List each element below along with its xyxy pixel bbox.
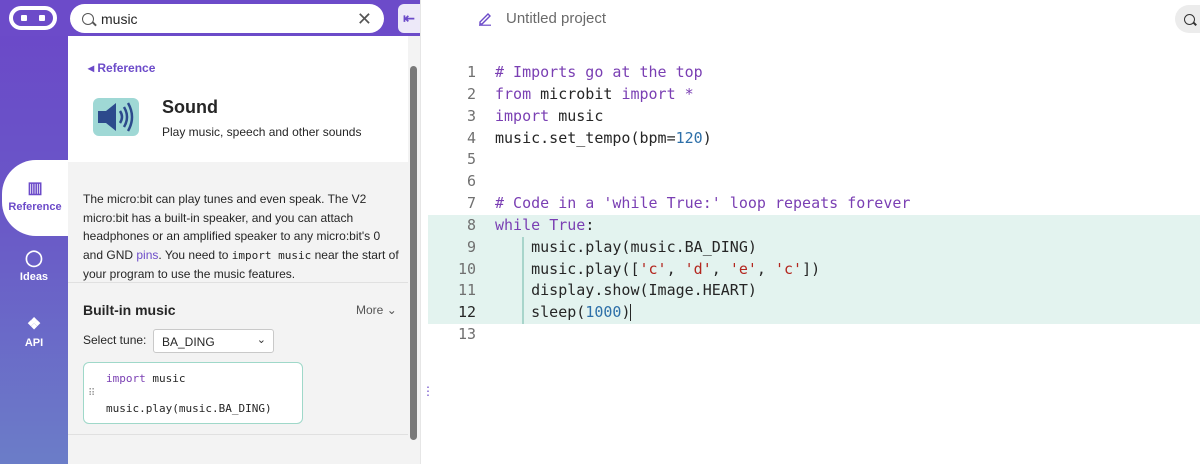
line-number: 10 [457,259,476,278]
line-number: 7 [466,194,476,213]
desc-code: import music [231,248,312,262]
page-title: Sound [162,97,218,117]
code-line[interactable]: 3 import music [428,106,1200,128]
line-number: 1 [466,63,476,81]
desc-text-2: . You need to [158,247,232,262]
search-icon [82,12,94,25]
code-line-text: sleep(1000) [495,303,632,322]
more-label: More [356,303,384,317]
code-line-text: display.show(Image.HEART) [495,281,757,300]
tab-api-label: API [24,337,44,349]
code-line[interactable]: 1 # Imports go at the top [428,62,1200,84]
back-link[interactable]: ◂ Reference [88,61,155,75]
scrollbar-thumb[interactable] [410,66,417,440]
snippet-keyword: import [106,372,146,385]
tab-reference[interactable]: ▥ Reference [2,160,68,236]
code-line[interactable]: 7 # Code in a 'while True:' loop repeats … [428,193,1200,215]
tune-select[interactable]: BA_DING ⌄ [153,329,274,353]
drag-handle-icon[interactable]: ⠿ [88,388,95,399]
tab-api[interactable]: ❖ API [0,314,68,354]
line-number: 11 [457,281,476,300]
reference-description: The micro:bit can play tunes and even sp… [83,190,401,284]
line-number: 4 [466,128,476,147]
code-line[interactable]: 9 music.play(music.BA_DING) [428,236,1200,259]
section-title: Built-in music [83,302,176,318]
indent-guide [522,237,524,324]
tune-select-value: BA_DING [162,335,215,349]
line-number: 3 [466,106,476,125]
code-line[interactable]: 2 from microbit import * [428,84,1200,106]
code-line-text: # Code in a 'while True:' loop repeats f… [495,194,911,213]
line-number: 12 [457,303,476,322]
more-button[interactable]: More ⌄ [356,303,397,317]
divider [68,282,408,283]
search-box[interactable]: music ✕ [70,4,384,33]
tab-ideas-label: Ideas [19,271,49,283]
code-line[interactable]: 6 [428,171,1200,193]
close-icon[interactable]: ✕ [357,10,372,28]
tab-ideas[interactable]: ◯ Ideas [0,248,68,288]
line-number: 2 [466,84,476,103]
code-line-text: music.play(['c', 'd', 'e', 'c']) [495,259,821,278]
code-line[interactable]: 5 [428,149,1200,171]
code-line[interactable]: 11 display.show(Image.HEART) [428,280,1200,303]
code-line[interactable]: 12 sleep(1000) [428,302,1200,325]
line-number: 6 [466,172,476,191]
code-line[interactable]: 4 music.set_tempo(bpm=120) [428,128,1200,150]
project-name[interactable]: Untitled project [506,10,606,27]
text-caret [630,304,632,322]
code-line-text: music.play(music.BA_DING) [495,237,757,256]
page-subtitle: Play music, speech and other sounds [162,125,362,139]
code-line[interactable]: 8 while True: [428,214,1200,237]
code-line-text: # Imports go at the top [495,63,703,81]
code-line-text: import music [495,106,604,125]
collapse-sidebar-button[interactable]: ⇤ [398,4,420,33]
line-number: 9 [466,237,476,256]
lightbulb-icon: ◯ [25,250,43,267]
code-line[interactable]: 10 music.play(['c', 'd', 'e', 'c']) [428,258,1200,281]
snippet-line-2: music.play(music.BA_DING) [106,402,272,415]
code-line[interactable]: 13 [428,324,1200,346]
line-number: 5 [466,150,476,169]
back-link-label: Reference [97,61,156,75]
speaker-icon [93,98,139,136]
search-input[interactable]: music [101,11,357,27]
line-number: 8 [466,215,476,234]
pins-link[interactable]: pins [136,248,158,262]
python-icon: ❖ [26,316,42,333]
snippet-line-1: import music [106,372,186,385]
books-icon: ▥ [27,180,43,197]
chevron-down-icon: ⌄ [256,334,266,346]
reference-panel: ◂ Reference Sound Play music, speech and… [68,36,408,464]
code-line-text: from microbit import * [495,84,694,103]
code-line-text: music.set_tempo(bpm=120) [495,128,712,147]
zoom-icon [1184,13,1195,25]
code-snippet[interactable]: ⠿ import music music.play(music.BA_DING) [83,362,303,424]
microbit-logo[interactable] [9,6,57,30]
select-tune-label: Select tune: [83,333,147,347]
line-number: 13 [457,325,476,344]
zoom-button[interactable] [1175,5,1200,33]
code-line-text: while True: [495,215,595,234]
chevron-down-icon: ⌄ [386,303,397,317]
code-editor[interactable]: 1 # Imports go at the top 2 from microbit i… [428,62,1200,346]
pencil-icon[interactable] [477,10,493,26]
tab-reference-label: Reference [8,201,62,213]
divider [68,434,408,435]
snippet-line-1-rest: music [145,372,186,385]
drag-handle-icon[interactable]: ⋮ [422,385,434,397]
reference-header: ◂ Reference Sound Play music, speech and… [68,36,408,162]
